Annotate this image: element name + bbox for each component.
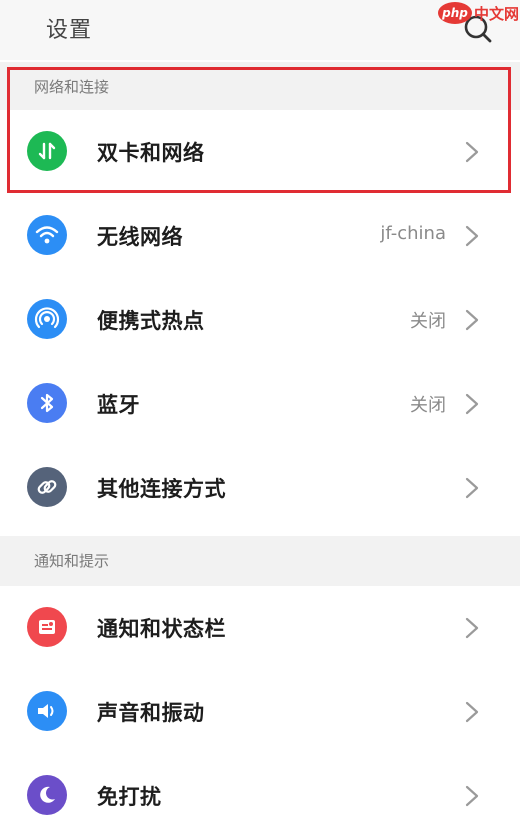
dual-sim-icon — [27, 131, 67, 171]
settings-item-label: 免打扰 — [97, 785, 162, 809]
chevron-right-icon — [465, 141, 479, 163]
settings-item-sound[interactable]: 声音和振动 — [0, 670, 520, 754]
settings-item-label: 双卡和网络 — [97, 141, 205, 165]
settings-item-label: 声音和振动 — [97, 701, 205, 725]
settings-item-label: 便携式热点 — [97, 309, 205, 333]
hotspot-icon — [27, 299, 67, 339]
section-header-network: 网络和连接 — [0, 62, 520, 112]
settings-item-hotspot[interactable]: 便携式热点 关闭 — [0, 278, 520, 362]
settings-item-wifi[interactable]: 无线网络 jf-china — [0, 194, 520, 278]
section-label: 网络和连接 — [34, 78, 110, 96]
settings-item-label: 无线网络 — [97, 225, 183, 249]
settings-item-value: jf-china — [380, 223, 446, 244]
chevron-right-icon — [465, 225, 479, 247]
settings-item-label: 通知和状态栏 — [97, 617, 226, 641]
settings-item-label: 蓝牙 — [97, 393, 140, 417]
moon-icon — [27, 775, 67, 815]
link-icon — [27, 467, 67, 507]
watermark-badge: php — [438, 2, 472, 24]
chevron-right-icon — [465, 477, 479, 499]
settings-item-do-not-disturb[interactable]: 免打扰 — [0, 754, 520, 836]
chevron-right-icon — [465, 393, 479, 415]
chevron-right-icon — [465, 617, 479, 639]
settings-item-notifications[interactable]: 通知和状态栏 — [0, 586, 520, 670]
settings-item-value: 关闭 — [410, 395, 446, 416]
notification-icon — [27, 607, 67, 647]
section-label: 通知和提示 — [34, 552, 110, 570]
watermark-text: 中文网 — [474, 4, 520, 23]
chevron-right-icon — [465, 309, 479, 331]
sound-icon — [27, 691, 67, 731]
watermark-logo: php 中文网 — [438, 2, 519, 24]
settings-item-bluetooth[interactable]: 蓝牙 关闭 — [0, 362, 520, 446]
settings-item-dual-sim[interactable]: 双卡和网络 — [0, 110, 520, 194]
chevron-right-icon — [465, 785, 479, 807]
settings-item-label: 其他连接方式 — [97, 477, 226, 501]
wifi-icon — [27, 215, 67, 255]
settings-item-other-connections[interactable]: 其他连接方式 — [0, 446, 520, 530]
top-bar: 设置 php 中文网 — [0, 0, 520, 60]
bluetooth-icon — [27, 383, 67, 423]
page-title: 设置 — [46, 18, 93, 43]
chevron-right-icon — [465, 701, 479, 723]
settings-item-value: 关闭 — [410, 311, 446, 332]
section-header-notifications: 通知和提示 — [0, 536, 520, 586]
